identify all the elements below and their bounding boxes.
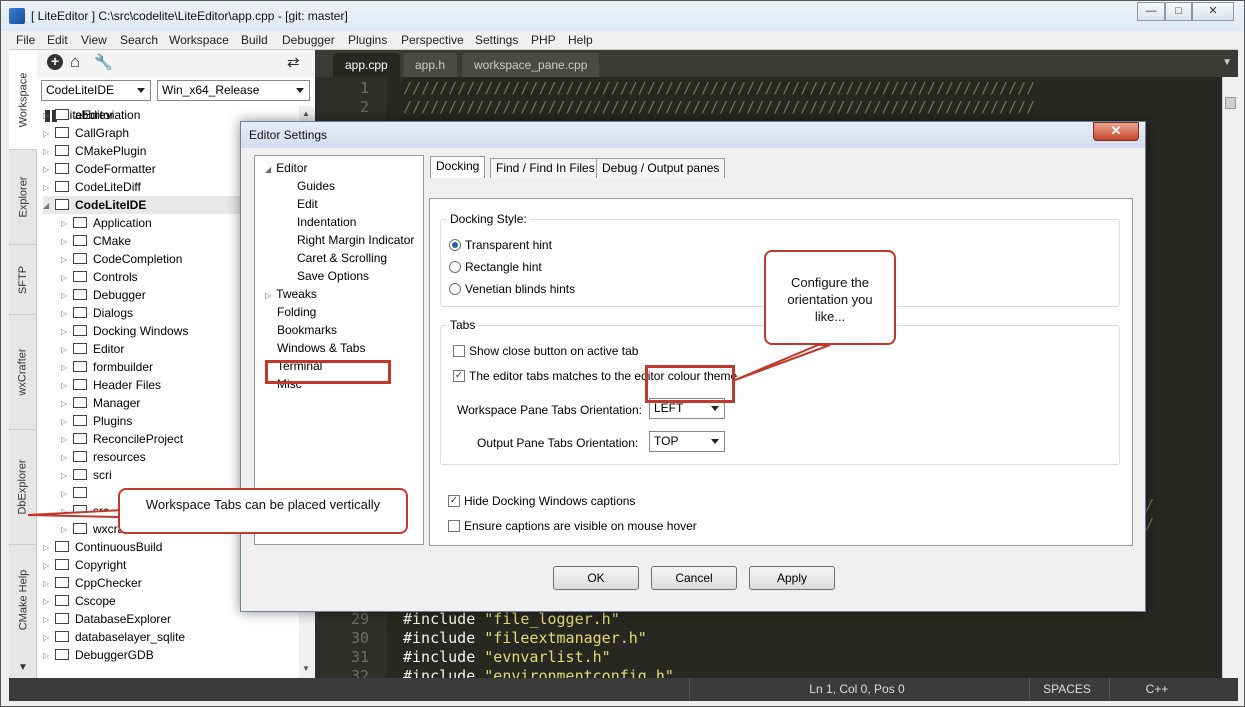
callout-pointer-orientation — [734, 344, 831, 381]
callout-pointers — [27, 344, 831, 520]
callout-orientation: Configure the orientation you like... — [764, 250, 896, 345]
callout-vertical-tabs: Workspace Tabs can be placed vertically — [118, 488, 408, 534]
